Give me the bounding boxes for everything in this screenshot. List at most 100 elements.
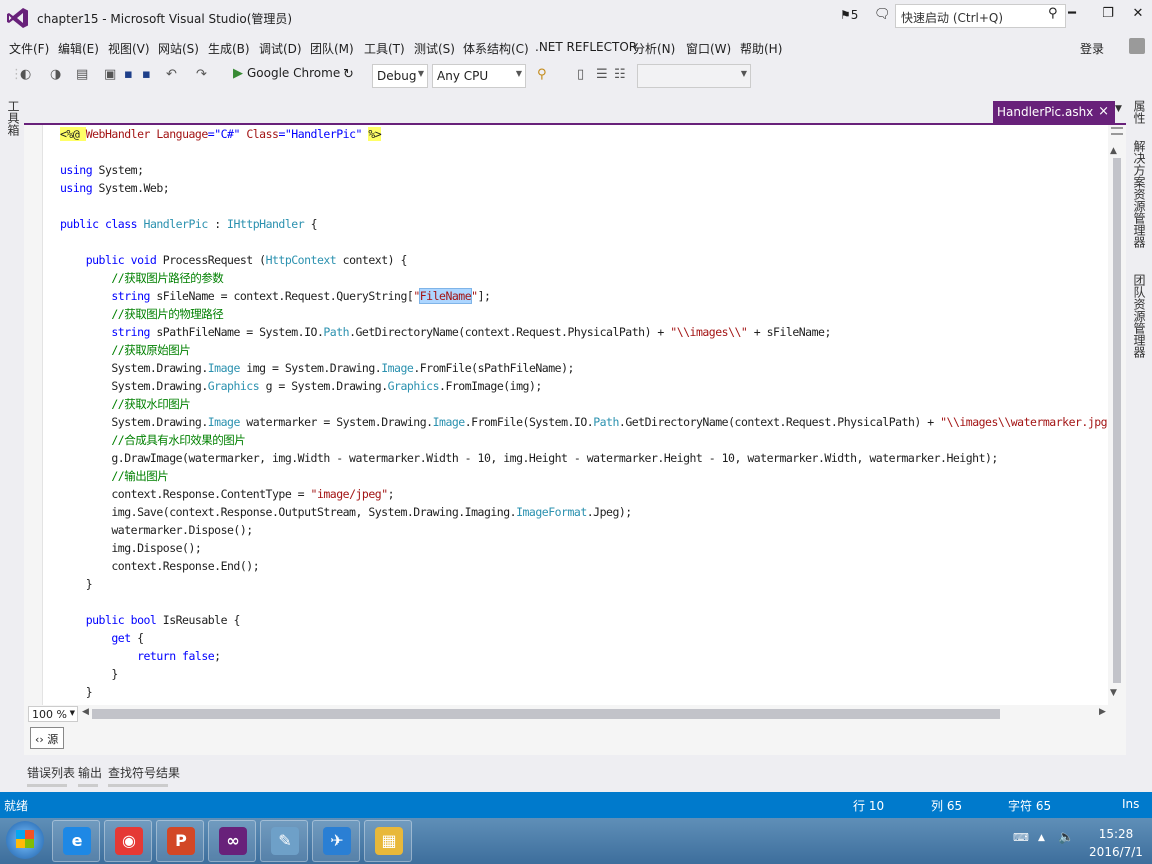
comment-icon[interactable]: ☰ (596, 67, 608, 82)
code-line[interactable]: System.Drawing.Graphics g = System.Drawi… (60, 377, 1108, 395)
scroll-down-icon[interactable]: ▼ (1110, 688, 1117, 698)
scroll-up-icon[interactable]: ▲ (1110, 146, 1117, 156)
taskbar-file-explorer-button[interactable]: ▦ (364, 820, 412, 862)
toolbox-tab[interactable]: 工具箱 (5, 100, 22, 136)
code-line[interactable]: } (60, 665, 1108, 683)
code-line[interactable]: img.Save(context.Response.OutputStream, … (60, 503, 1108, 521)
code-line[interactable]: } (60, 683, 1108, 701)
code-line[interactable]: img.Dispose(); (60, 539, 1108, 557)
scroll-right-icon[interactable]: ▶ (1099, 707, 1106, 717)
platform-select[interactable]: Any CPU ▼ (432, 64, 526, 88)
account-icon[interactable] (1129, 38, 1145, 54)
menu-view[interactable]: 视图(V) (108, 40, 150, 57)
code-text[interactable]: <%@ WebHandler Language="C#" Class="Hand… (60, 125, 1127, 701)
tab-overflow-chevron-down-icon[interactable]: ▼ (1115, 104, 1122, 114)
horizontal-scroll-thumb[interactable] (92, 709, 1000, 719)
search-icon[interactable]: ⚲ (1048, 6, 1058, 21)
code-line[interactable]: string sPathFileName = System.IO.Path.Ge… (60, 323, 1108, 341)
properties-tab[interactable]: 属性 (1131, 100, 1148, 124)
menu-test[interactable]: 测试(S) (414, 40, 455, 57)
code-line[interactable]: return false; (60, 647, 1108, 665)
code-line[interactable] (60, 233, 1108, 251)
code-line[interactable]: //获取图片路径的参数 (60, 269, 1108, 287)
forward-icon[interactable]: ◑ (50, 67, 61, 82)
menu-tools[interactable]: 工具(T) (364, 40, 405, 57)
notifications-button[interactable]: ⚑5 (840, 8, 858, 22)
feedback-icon[interactable]: 🗨 (874, 7, 891, 22)
taskbar-internet-explorer-button[interactable]: e (52, 820, 100, 862)
code-line[interactable] (60, 143, 1108, 161)
menu-edit[interactable]: 编辑(E) (58, 40, 99, 57)
scroll-left-icon[interactable]: ◀ (82, 707, 89, 717)
code-line[interactable]: get { (60, 629, 1108, 647)
code-line[interactable]: System.Drawing.Image img = System.Drawin… (60, 359, 1108, 377)
redo-icon[interactable]: ↷ (196, 67, 207, 82)
menu-website[interactable]: 网站(S) (158, 40, 199, 57)
quick-launch-input[interactable]: 快速启动 (Ctrl+Q) (895, 4, 1066, 28)
close-tab-icon[interactable]: × (1098, 104, 1109, 119)
code-line[interactable]: using System; (60, 161, 1108, 179)
code-line[interactable]: context.Response.End(); (60, 557, 1108, 575)
new-project-icon[interactable]: ▤ (76, 67, 88, 82)
show-hidden-icons-icon[interactable]: ▲ (1038, 833, 1045, 843)
uncomment-icon[interactable]: ☷ (614, 67, 626, 82)
code-line[interactable]: //合成具有水印效果的图片 (60, 431, 1108, 449)
configuration-select[interactable]: Debug ▼ (372, 64, 428, 88)
code-line[interactable]: public void ProcessRequest (HttpContext … (60, 251, 1108, 269)
code-line[interactable]: //获取水印图片 (60, 395, 1108, 413)
start-debugging-button[interactable]: ▶ Google Chrome (233, 66, 340, 81)
code-line[interactable]: System.Drawing.Image watermarker = Syste… (60, 413, 1127, 431)
menu-net-reflector[interactable]: .NET REFLECTOR (535, 40, 637, 54)
keyboard-icon[interactable]: ⌨ (1013, 831, 1029, 844)
taskbar-chrome-button[interactable]: ◉ (104, 820, 152, 862)
code-line[interactable]: public class HandlerPic : IHttpHandler { (60, 215, 1108, 233)
code-line[interactable]: } (60, 575, 1108, 593)
split-handle-icon[interactable] (1111, 127, 1123, 135)
refresh-icon[interactable]: ↻ (343, 67, 354, 82)
volume-icon[interactable]: 🔈 (1058, 830, 1074, 845)
code-line[interactable]: //获取原始图片 (60, 341, 1108, 359)
vertical-scroll-thumb[interactable] (1113, 158, 1121, 683)
restore-button[interactable]: ❐ (1098, 6, 1118, 26)
code-line[interactable]: context.Response.ContentType = "image/jp… (60, 485, 1108, 503)
code-line[interactable] (60, 593, 1108, 611)
code-line[interactable]: watermarker.Dispose(); (60, 521, 1108, 539)
document-tab-handlerpic[interactable]: HandlerPic.ashx × (993, 101, 1115, 123)
menu-architecture[interactable]: 体系结构(C) (463, 40, 529, 57)
menu-build[interactable]: 生成(B) (208, 40, 250, 57)
taskbar-notepad-button[interactable]: ✎ (260, 820, 308, 862)
menu-help[interactable]: 帮助(H) (740, 40, 782, 57)
code-line[interactable]: using System.Web; (60, 179, 1108, 197)
find-in-files-icon[interactable]: ⚲ (537, 67, 547, 82)
close-window-button[interactable]: ✕ (1128, 6, 1148, 26)
code-line[interactable]: public bool IsReusable { (60, 611, 1108, 629)
back-icon[interactable]: ◐ (20, 67, 31, 82)
document-icon[interactable]: ▯ (577, 67, 584, 82)
code-line[interactable]: g.DrawImage(watermarker, img.Width - wat… (60, 449, 1108, 467)
code-line[interactable]: string sFileName = context.Request.Query… (60, 287, 1108, 305)
output-tab[interactable]: 输出 (78, 764, 102, 781)
taskbar-visual-studio-button[interactable]: ∞ (208, 820, 256, 862)
minimize-button[interactable]: ━ (1062, 6, 1082, 26)
menu-window[interactable]: 窗口(W) (686, 40, 731, 57)
code-line[interactable] (60, 197, 1108, 215)
open-file-icon[interactable]: ▣ (104, 67, 116, 82)
menu-analyze[interactable]: 分析(N) (633, 40, 675, 57)
start-button[interactable] (6, 821, 44, 859)
find-symbol-results-tab[interactable]: 查找符号结果 (108, 764, 180, 781)
menu-team[interactable]: 团队(M) (310, 40, 354, 57)
taskbar-powerpoint-button[interactable]: P (156, 820, 204, 862)
undo-icon[interactable]: ↶ (166, 67, 177, 82)
login-link[interactable]: 登录 (1080, 40, 1104, 57)
error-list-tab[interactable]: 错误列表 (27, 764, 75, 781)
solution-explorer-tab[interactable]: 解决方案资源管理器 (1131, 140, 1148, 248)
save-all-icon[interactable]: ▪ (142, 67, 151, 82)
taskbar-feather-app-button[interactable]: ✈ (312, 820, 360, 862)
code-line[interactable]: //获取图片的物理路径 (60, 305, 1108, 323)
source-view-button[interactable]: ‹› 源 (30, 727, 64, 749)
menu-file[interactable]: 文件(F) (9, 40, 49, 57)
system-clock[interactable]: 15:28 2016/7/1 (1085, 825, 1147, 861)
code-line[interactable]: <%@ WebHandler Language="C#" Class="Hand… (60, 125, 1108, 143)
code-line[interactable]: //输出图片 (60, 467, 1108, 485)
navigation-select[interactable]: ▼ (637, 64, 751, 88)
